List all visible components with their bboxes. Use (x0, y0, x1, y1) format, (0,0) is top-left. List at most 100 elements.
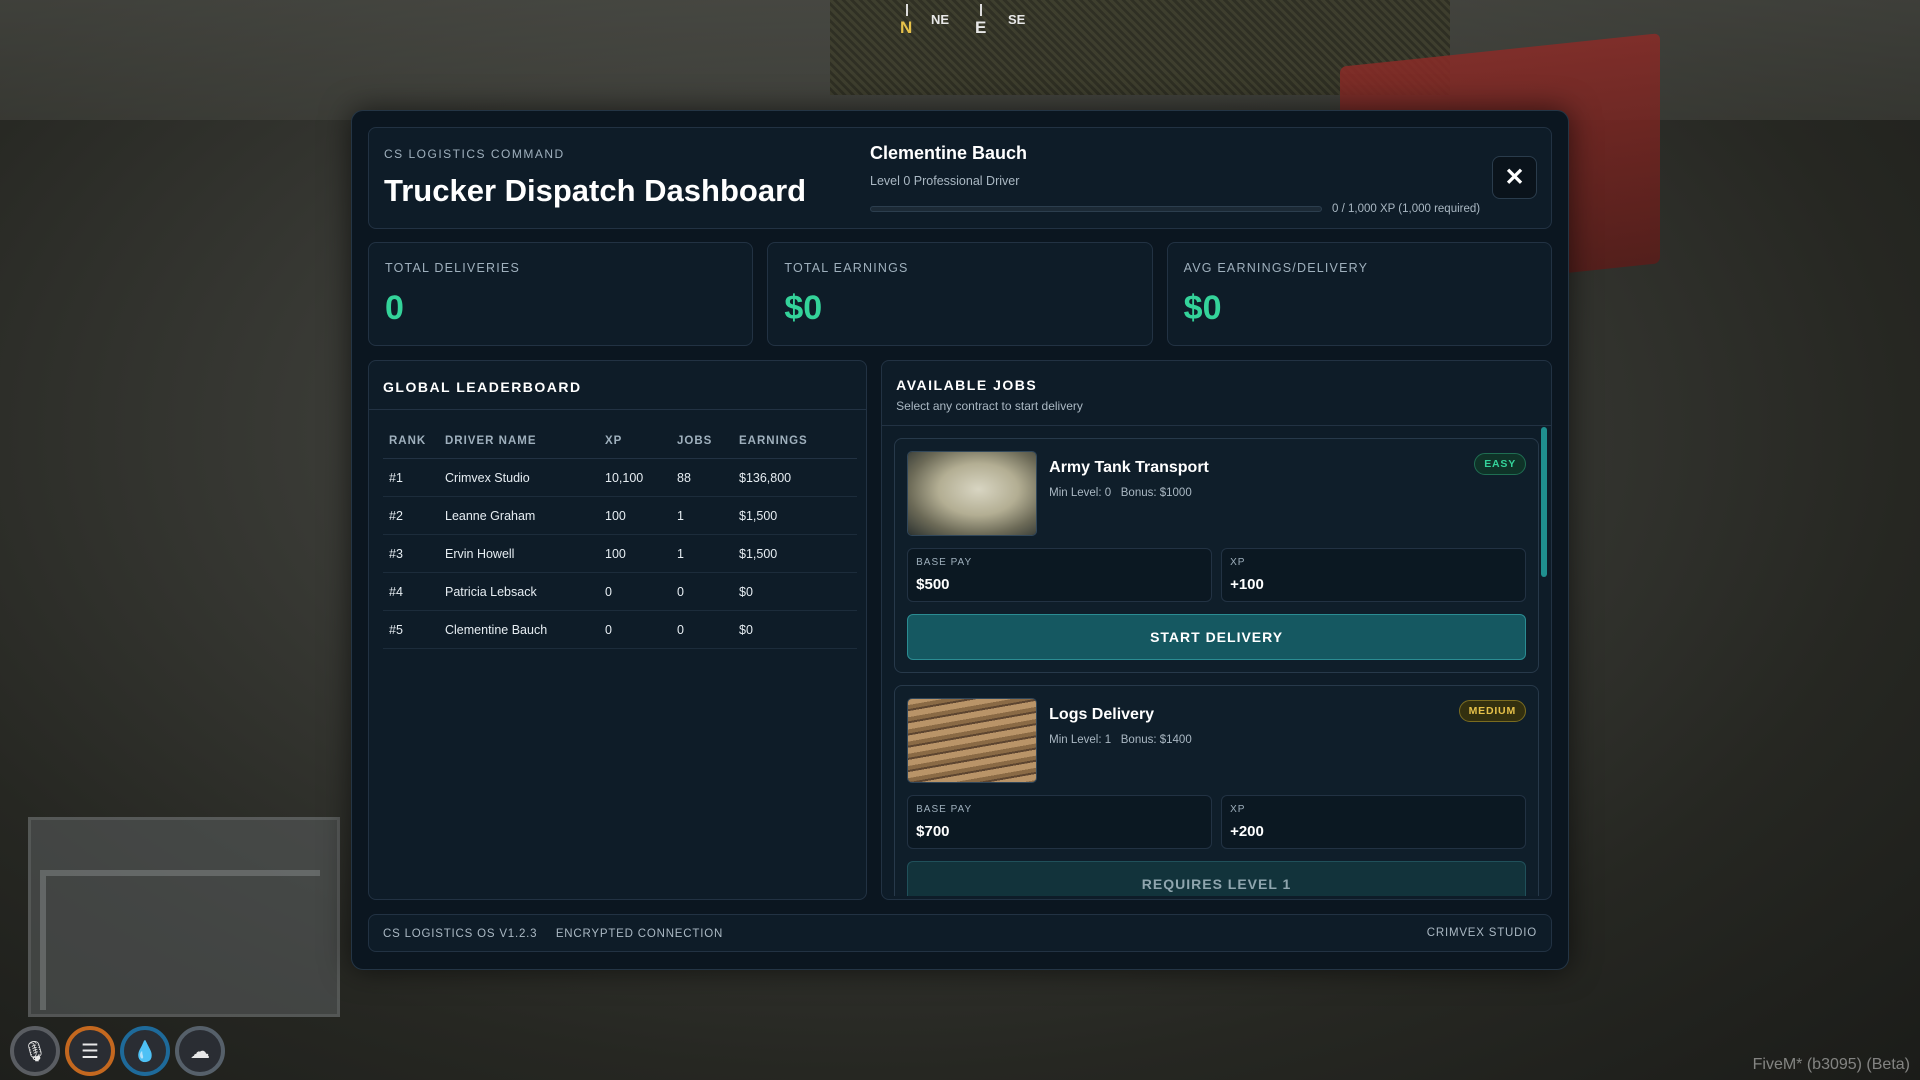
earnings-cell: $1,500 (733, 496, 857, 535)
jobs-scrollbar-thumb[interactable] (1541, 427, 1547, 577)
earnings-cell: $1,500 (733, 534, 857, 573)
compass-northeast: NE (931, 12, 950, 27)
xp-reward-label: XP (1230, 804, 1246, 815)
column-header-driver-name: DRIVER NAME (439, 424, 599, 459)
microphone-icon: 🎙 (10, 1026, 60, 1076)
footer-status: CS LOGISTICS OS V1.2.3 ENCRYPTED CONNECT… (383, 924, 737, 942)
difficulty-badge: MEDIUM (1458, 700, 1526, 722)
job-thumbnail (907, 451, 1038, 536)
job-rewards: BASE PAY $700 XP +200 (907, 795, 1527, 849)
table-row: #5 Clementine Bauch 0 0 $0 (383, 610, 857, 649)
column-header-jobs: JOBS (671, 424, 733, 459)
column-header-rank: RANK (383, 424, 439, 459)
requires-level-button[interactable]: REQUIRES LEVEL 1 (907, 861, 1526, 896)
xp-cell: 0 (599, 572, 671, 611)
jobs-title: AVAILABLE JOBS (896, 377, 1038, 393)
stat-label: TOTAL DELIVERIES (385, 261, 520, 275)
table-row: #2 Leanne Graham 100 1 $1,500 (383, 496, 857, 535)
rank-cell: #4 (383, 572, 439, 611)
job-name: Logs Delivery (1049, 706, 1155, 723)
driver-profile: Clementine Bauch Level 0 Professional Dr… (870, 141, 1485, 215)
job-list[interactable]: Army Tank Transport Min Level: 0 Bonus: … (882, 426, 1551, 896)
compass-tick (906, 4, 908, 16)
difficulty-badge: EASY (1474, 453, 1526, 475)
xp-cell: 10,100 (599, 458, 671, 497)
job-info: Army Tank Transport Min Level: 0 Bonus: … (1049, 451, 1526, 536)
available-jobs: AVAILABLE JOBS Select any contract to st… (881, 360, 1552, 900)
base-pay-label: BASE PAY (916, 557, 973, 568)
global-leaderboard: GLOBAL LEADERBOARD RANK DRIVER NAME XP J… (368, 360, 868, 900)
brand: CS LOGISTICS COMMAND Trucker Dispatch Da… (384, 147, 870, 209)
tanker-trailer-image (908, 452, 1037, 535)
connection-status: ENCRYPTED CONNECTION (555, 928, 724, 940)
jobs-cell: 0 (671, 572, 733, 611)
job-bonus: Bonus: $1000 (1120, 487, 1192, 499)
close-button[interactable]: ✕ (1492, 156, 1537, 199)
minimap-roads (40, 870, 320, 1010)
stat-value: $0 (1183, 289, 1222, 327)
stat-avg-earnings: AVG EARNINGS/DELIVERY $0 (1166, 242, 1552, 346)
compass: N NE E SE (895, 4, 1045, 38)
compass-east: E (975, 18, 987, 37)
stat-total-deliveries: TOTAL DELIVERIES 0 (368, 242, 754, 346)
job-card-logs-delivery: Logs Delivery Min Level: 1 Bonus: $1400 … (894, 685, 1539, 896)
rank-cell: #1 (383, 458, 439, 497)
xp-reward-value: +200 (1230, 823, 1264, 840)
jobs-scrollbar[interactable] (1541, 427, 1547, 897)
brand-subtitle: CS LOGISTICS COMMAND (384, 147, 565, 161)
jobs-cell: 0 (671, 610, 733, 649)
xp-cell: 100 (599, 496, 671, 535)
stat-value: 0 (385, 289, 404, 327)
compass-tick (980, 4, 982, 16)
stats-row: TOTAL DELIVERIES 0 TOTAL EARNINGS $0 AVG… (368, 242, 1552, 346)
leaderboard-table: RANK DRIVER NAME XP JOBS EARNINGS #1 Cri… (383, 424, 857, 649)
jobs-cell: 88 (671, 458, 733, 497)
dispatch-dashboard: CS LOGISTICS COMMAND Trucker Dispatch Da… (351, 110, 1569, 970)
xp-reward-box: XP +200 (1221, 795, 1527, 849)
driver-name-cell: Leanne Graham (439, 496, 599, 535)
driver-name-cell: Patricia Lebsack (439, 572, 599, 611)
xp-progress: 0 / 1,000 XP (1,000 required) (870, 203, 1485, 215)
xp-reward-value: +100 (1230, 576, 1264, 593)
rank-cell: #3 (383, 534, 439, 573)
job-bonus: Bonus: $1400 (1120, 734, 1192, 746)
xp-progress-text: 0 / 1,000 XP (1,000 required) (1332, 203, 1481, 215)
leaderboard-title: GLOBAL LEADERBOARD (369, 361, 867, 410)
base-pay-box: BASE PAY $500 (907, 548, 1213, 602)
job-meta: Min Level: 1 Bonus: $1400 (1049, 734, 1526, 746)
stat-total-earnings: TOTAL EARNINGS $0 (767, 242, 1153, 346)
dashboard-content: GLOBAL LEADERBOARD RANK DRIVER NAME XP J… (368, 360, 1552, 900)
driver-level: Level 0 Professional Driver (870, 174, 1020, 188)
driver-name-cell: Ervin Howell (439, 534, 599, 573)
job-summary: Logs Delivery Min Level: 1 Bonus: $1400 (907, 698, 1526, 783)
base-pay-box: BASE PAY $700 (907, 795, 1213, 849)
start-delivery-button[interactable]: START DELIVERY (907, 614, 1526, 660)
studio-credit: CRIMVEX STUDIO (1426, 927, 1537, 939)
base-pay-value: $700 (916, 823, 950, 840)
rank-cell: #5 (383, 610, 439, 649)
logs-trailer-image (908, 699, 1037, 782)
table-row: #4 Patricia Lebsack 0 0 $0 (383, 572, 857, 611)
stat-value: $0 (784, 289, 823, 327)
job-min-level: Min Level: 0 (1049, 487, 1112, 499)
stat-label: TOTAL EARNINGS (784, 261, 909, 275)
xp-reward-box: XP +100 (1221, 548, 1527, 602)
water-drop-icon: 💧 (120, 1026, 170, 1076)
job-info: Logs Delivery Min Level: 1 Bonus: $1400 (1049, 698, 1526, 783)
job-summary: Army Tank Transport Min Level: 0 Bonus: … (907, 451, 1526, 536)
jobs-cell: 1 (671, 534, 733, 573)
rank-cell: #2 (383, 496, 439, 535)
dashboard-footer: CS LOGISTICS OS V1.2.3 ENCRYPTED CONNECT… (368, 914, 1552, 952)
jobs-cell: 1 (671, 496, 733, 535)
table-header-row: RANK DRIVER NAME XP JOBS EARNINGS (383, 424, 857, 459)
driver-name-cell: Crimvex Studio (439, 458, 599, 497)
job-meta: Min Level: 0 Bonus: $1000 (1049, 487, 1526, 499)
earnings-cell: $0 (733, 610, 857, 649)
job-min-level: Min Level: 1 (1049, 734, 1112, 746)
fivem-watermark: FiveM* (b3095) (Beta) (1752, 1056, 1910, 1073)
food-icon: ☰ (65, 1026, 115, 1076)
jobs-header: AVAILABLE JOBS Select any contract to st… (882, 361, 1551, 426)
driver-name: Clementine Bauch (870, 143, 1028, 163)
xp-cell: 100 (599, 534, 671, 573)
close-icon: ✕ (1504, 164, 1525, 191)
